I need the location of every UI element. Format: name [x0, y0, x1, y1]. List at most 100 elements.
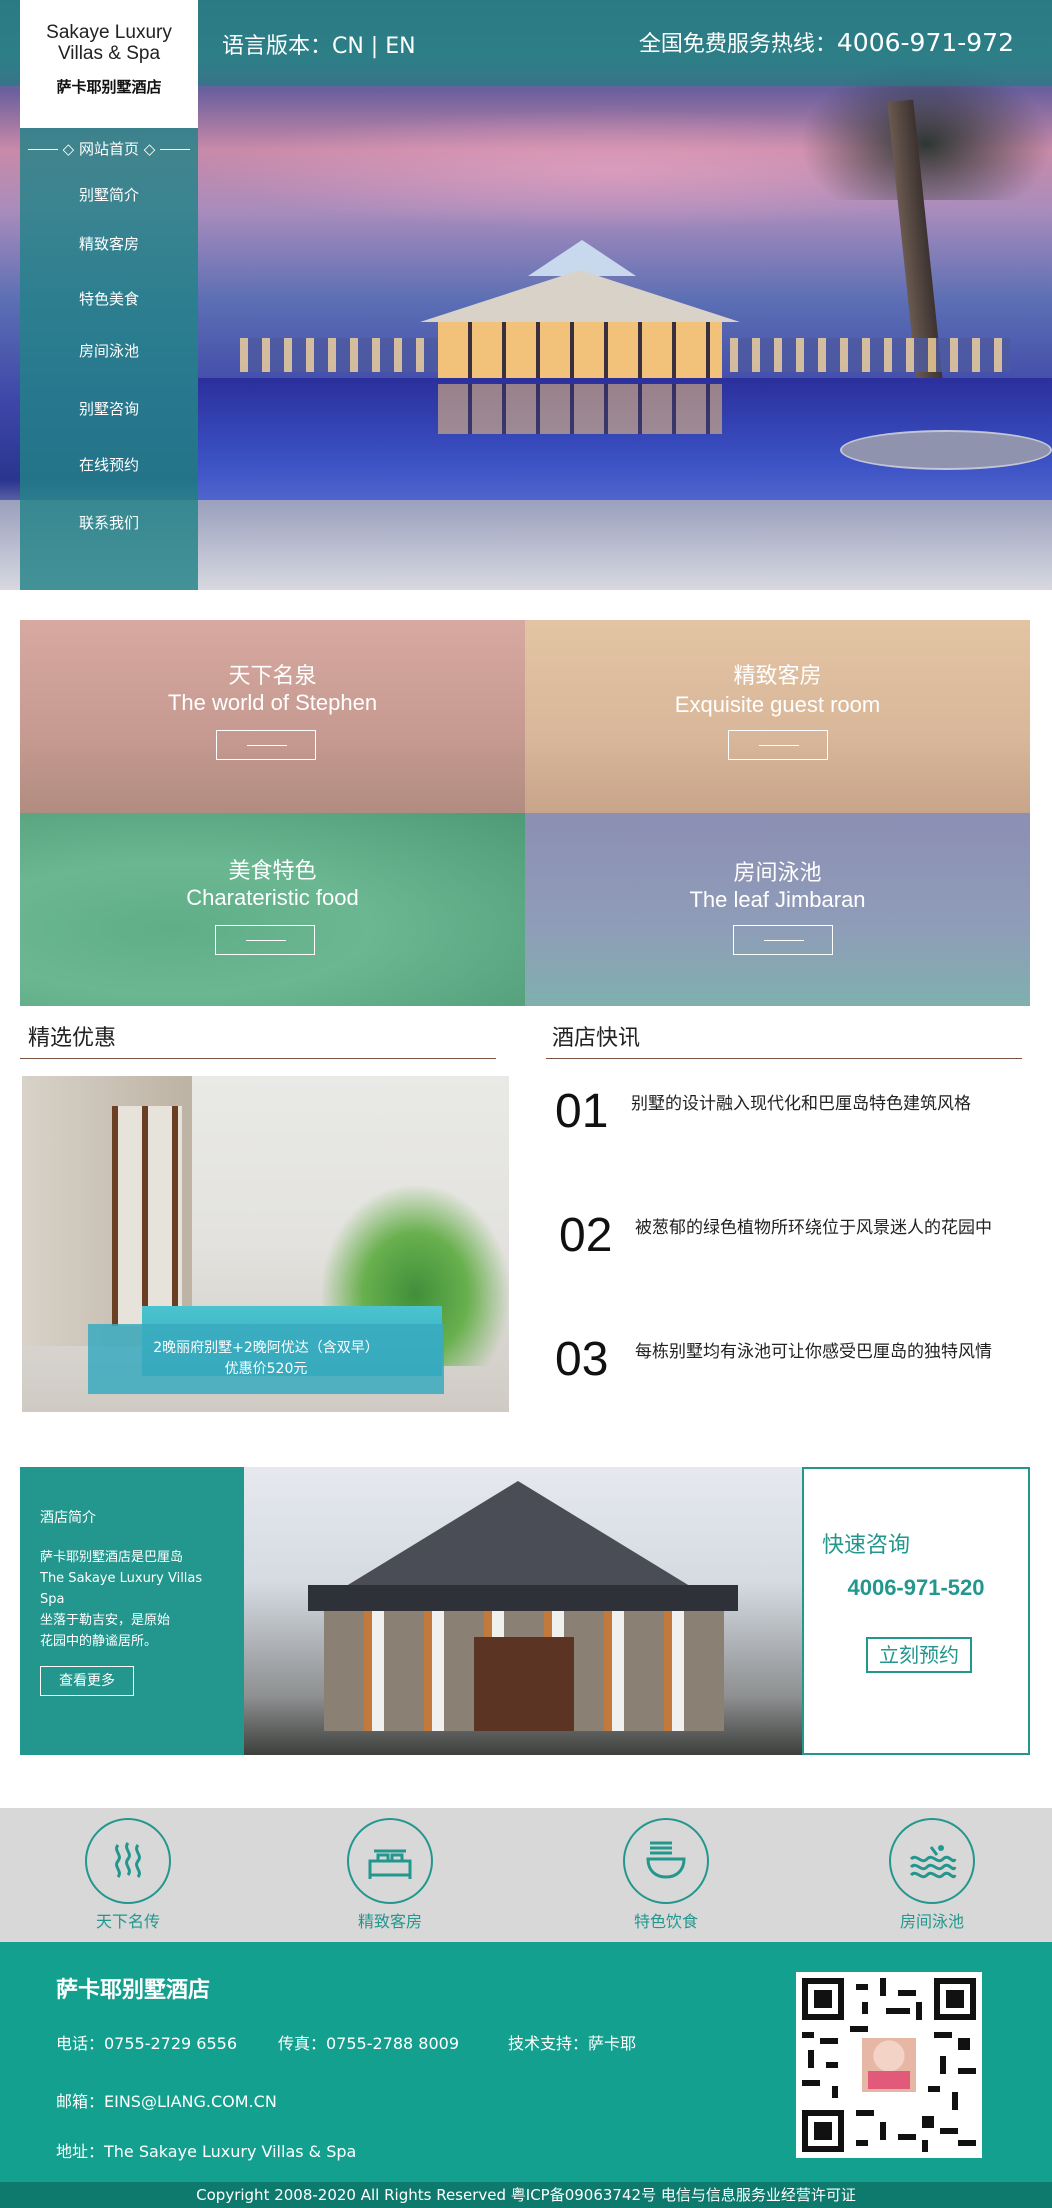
about-photo: [244, 1467, 802, 1755]
hotline: 全国免费服务热线：4006-971-972: [639, 26, 1014, 58]
nav-home-line-right: [160, 149, 191, 150]
feature-more-button[interactable]: [728, 730, 828, 760]
nav-item-food[interactable]: 特色美食: [20, 288, 198, 309]
news-number: 01: [555, 1085, 609, 1138]
about-text-line: 萨卡耶别墅酒店是巴厘岛: [40, 1550, 184, 1565]
footer-hotel-name: 萨卡耶别墅酒店: [56, 1978, 211, 2003]
service-food[interactable]: 特色饮食: [596, 1818, 736, 1932]
nav-item-rooms[interactable]: 精致客房: [20, 233, 198, 254]
feature-tile-food[interactable]: 美食特色 Charateristic food: [20, 813, 525, 1006]
feature-title-en: Exquisite guest room: [674, 692, 881, 717]
villa-roof: [338, 1481, 698, 1591]
service-label: 天下名传: [95, 1912, 160, 1931]
copyright-bar: Copyright 2008-2020 All Rights Reserved …: [0, 2182, 1052, 2208]
feature-title-cn: 美食特色: [228, 859, 317, 884]
news-rule: [546, 1058, 1022, 1059]
about-text-line: 坐落于勒吉安，是原始: [40, 1613, 171, 1628]
qr-code: [796, 1972, 982, 2158]
brand-name-en: Sakaye Luxury Villas & Spa: [46, 22, 172, 64]
consult-phone: 4006-971-520: [847, 1575, 985, 1600]
nav-item-home[interactable]: ◇ 网站首页 ◇: [20, 138, 198, 159]
feature-title-cn: 精致客房: [733, 664, 822, 689]
service-rooms[interactable]: 精致客房: [320, 1818, 460, 1932]
resort-lights-left: [240, 338, 440, 372]
promo-heading: 精选优惠: [28, 1026, 117, 1051]
about-text-line: 花园中的静谧居所。: [40, 1634, 158, 1649]
footer-fax: 传真：0755-2788 8009: [278, 2034, 460, 2053]
brand-name-cn: 萨卡耶别墅酒店: [56, 78, 162, 96]
nav-item-booking[interactable]: 在线预约: [20, 454, 198, 475]
feature-more-button[interactable]: [215, 925, 315, 955]
service-label: 特色饮食: [633, 1912, 698, 1931]
pavilion-body: [438, 322, 722, 382]
promo-caption: 2晚丽府别墅+2晚阿优达（含双早） 优惠价520元: [88, 1324, 444, 1394]
service-icons: 天下名传 精致客房 特色饮食 房间泳池: [0, 1808, 1052, 1942]
feature-title-en: The world of Stephen: [167, 690, 378, 715]
language-switch[interactable]: 语言版本：CN | EN: [222, 28, 416, 60]
nav-home-line-left: [27, 149, 58, 150]
pavilion-reflection: [438, 384, 722, 434]
feature-tile-spring[interactable]: 天下名泉 The world of Stephen: [20, 620, 525, 813]
noodle-bowl-icon: [623, 1818, 709, 1904]
view-more-button[interactable]: 查看更多: [40, 1666, 134, 1696]
feature-title-cn: 天下名泉: [228, 664, 317, 689]
promo-rule: [20, 1058, 496, 1059]
about-text: 萨卡耶别墅酒店是巴厘岛 The Sakaye Luxury Villas Spa…: [40, 1547, 224, 1652]
footer: 萨卡耶别墅酒店 电话：0755-2729 6556 传真：0755-2788 8…: [0, 1942, 1052, 2182]
about-intro: 酒店简介 萨卡耶别墅酒店是巴厘岛 The Sakaye Luxury Villa…: [20, 1467, 244, 1755]
hero-banner: 语言版本：CN | EN 全国免费服务热线：4006-971-972 Sakay…: [0, 0, 1052, 590]
brand-logo[interactable]: Sakaye Luxury Villas & Spa 萨卡耶别墅酒店: [20, 0, 198, 128]
footer-address: 地址：The Sakaye Luxury Villas & Spa: [56, 2142, 357, 2161]
hot-spring-icon: [85, 1818, 171, 1904]
service-pool[interactable]: 房间泳池: [862, 1818, 1002, 1932]
nav-item-consult[interactable]: 别墅咨询: [20, 398, 198, 419]
feature-tile-rooms[interactable]: 精致客房 Exquisite guest room: [525, 620, 1030, 813]
about-text-line: The Sakaye Luxury Villas Spa: [40, 1571, 203, 1607]
feature-title-en: The leaf Jimbaran: [689, 887, 866, 912]
news-text: 每栋别墅均有泳池可让你感受巴厘岛的独特风情: [635, 1342, 992, 1362]
villa-entrance: [474, 1637, 574, 1731]
feature-more-button[interactable]: [733, 925, 833, 955]
about-section: 酒店简介 萨卡耶别墅酒店是巴厘岛 The Sakaye Luxury Villa…: [20, 1467, 1030, 1755]
feature-title-en: Charateristic food: [186, 885, 359, 910]
feature-title-cn: 房间泳池: [733, 861, 822, 886]
hotline-number: 4006-971-972: [836, 28, 1014, 57]
footer-support: 技术支持：萨卡耶: [508, 2034, 637, 2053]
feature-more-button[interactable]: [216, 730, 316, 760]
service-spring[interactable]: 天下名传: [58, 1818, 198, 1932]
news-item[interactable]: 01 别墅的设计融入现代化和巴厘岛特色建筑风格: [555, 1084, 1015, 1144]
feature-grid: 天下名泉 The world of Stephen 精致客房 Exquisite…: [20, 620, 1030, 1006]
promo-caption-line1: 2晚丽府别墅+2晚阿优达（含双早）: [153, 1340, 379, 1356]
news-number: 03: [555, 1333, 609, 1386]
promo-photo[interactable]: 2晚丽府别墅+2晚阿优达（含双早） 优惠价520元: [22, 1076, 509, 1412]
consult-title: 快速咨询: [822, 1533, 911, 1558]
footer-phone: 电话：0755-2729 6556: [56, 2034, 238, 2053]
nav-item-pool[interactable]: 房间泳池: [20, 340, 198, 361]
news-text: 被葱郁的绿色植物所环绕位于风景迷人的花园中: [635, 1218, 992, 1238]
side-navigation: ◇ 网站首页 ◇ 别墅简介 精致客房 特色美食 房间泳池 别墅咨询 在线预约 联…: [20, 128, 198, 590]
about-title: 酒店简介: [40, 1510, 96, 1526]
news-item[interactable]: 02 被葱郁的绿色植物所环绕位于风景迷人的花园中: [555, 1208, 1015, 1268]
promo-caption-line2: 优惠价520元: [224, 1361, 308, 1377]
villa-eave: [308, 1585, 738, 1611]
villa-doors: [112, 1106, 182, 1326]
nav-item-villa-intro[interactable]: 别墅简介: [20, 184, 198, 205]
hotline-label: 全国免费服务热线：: [638, 32, 837, 57]
pavilion-roof: [420, 270, 740, 322]
bed-icon: [347, 1818, 433, 1904]
footer-email[interactable]: 邮箱：EINS@LIANG.COM.CN: [56, 2088, 277, 2112]
nav-item-contact[interactable]: 联系我们: [20, 512, 198, 533]
service-label: 房间泳池: [899, 1912, 964, 1931]
nav-home-label: 网站首页: [78, 140, 139, 158]
news-item[interactable]: 03 每栋别墅均有泳池可让你感受巴厘岛的独特风情: [555, 1332, 1015, 1392]
news-number: 02: [559, 1209, 613, 1262]
resort-lights-right: [730, 338, 1010, 372]
service-label: 精致客房: [357, 1912, 422, 1931]
book-now-button[interactable]: 立刻预约: [866, 1637, 972, 1673]
quick-consult: 快速咨询 4006-971-520 立刻预约: [802, 1467, 1030, 1755]
news-heading: 酒店快讯: [552, 1026, 641, 1051]
pool-wave-icon: [889, 1818, 975, 1904]
news-text: 别墅的设计融入现代化和巴厘岛特色建筑风格: [631, 1094, 971, 1114]
palm-planter: [840, 430, 1052, 470]
feature-tile-pool[interactable]: 房间泳池 The leaf Jimbaran: [525, 813, 1030, 1006]
